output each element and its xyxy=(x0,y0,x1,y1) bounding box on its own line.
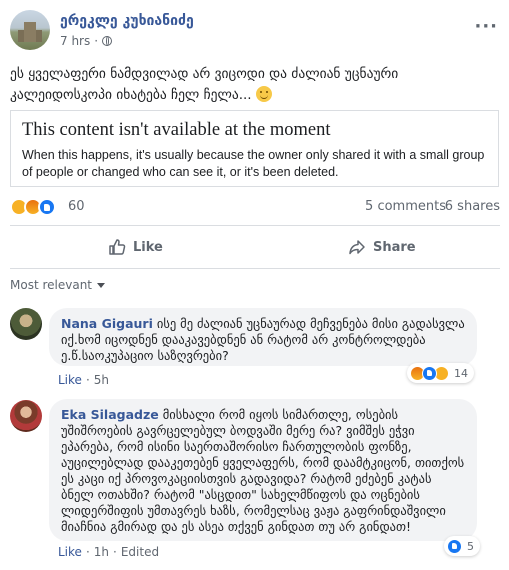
smile-emoji-icon xyxy=(255,86,272,102)
author-avatar[interactable] xyxy=(10,10,50,50)
post-card: ერეკლე კუხიანიძე 7 hrs · ··· ეს ყველაფერ… xyxy=(0,0,509,570)
dot-separator: · xyxy=(85,545,90,559)
comment-timestamp[interactable]: 1h xyxy=(94,545,109,559)
like-label: Like xyxy=(133,239,163,255)
post-meta: 7 hrs · xyxy=(60,34,113,48)
post-header: ერეკლე კუხიანიძე 7 hrs · ··· xyxy=(10,10,500,52)
edited-label[interactable]: Edited xyxy=(121,545,159,559)
comment-reactions-count: 5 xyxy=(467,539,474,553)
comment-reactions[interactable]: 14 xyxy=(407,363,474,383)
comment-filter-label: Most relevant xyxy=(10,278,93,292)
comment-bubble: Eka Silagadze მისხალი რომ იყოს სიმართლე,… xyxy=(49,399,477,541)
comment-like-link[interactable]: Like xyxy=(58,373,82,387)
divider xyxy=(10,268,500,269)
caret-down-icon xyxy=(97,282,106,288)
comments-count[interactable]: 5 comments xyxy=(365,199,446,214)
comment-text: მისხალი რომ იყოს სიმართლე, ოსების უშიშრო… xyxy=(61,407,465,534)
commenter-avatar[interactable] xyxy=(10,400,42,432)
comment-reactions-count: 14 xyxy=(454,366,468,380)
dot-separator: · xyxy=(113,545,117,559)
share-button[interactable]: Share xyxy=(348,230,416,264)
comment-meta: Like · 1h · Edited xyxy=(58,545,159,559)
comment-meta: Like · 5h xyxy=(58,373,109,387)
thumbs-up-icon xyxy=(109,239,126,255)
comment-reactions[interactable]: 5 xyxy=(444,536,480,556)
unavailable-description: When this happens, it's usually because … xyxy=(22,148,485,179)
comment-filter-dropdown[interactable]: Most relevant xyxy=(10,278,106,292)
author-name[interactable]: ერეკლე კუხიანიძე xyxy=(60,13,194,29)
dot-separator: · xyxy=(85,373,90,387)
commenter-name[interactable]: Eka Silagadze xyxy=(61,407,159,422)
commenter-name[interactable]: Nana Gigauri xyxy=(61,316,153,331)
post-actions: Like Share xyxy=(10,230,500,264)
post-text: ეს ყველაფერი ნამდვილად არ ვიცოდი და ძალი… xyxy=(10,64,500,106)
shares-count[interactable]: 6 shares xyxy=(445,199,500,214)
dot-separator: · xyxy=(94,34,99,48)
like-button[interactable]: Like xyxy=(108,230,163,264)
comment-bubble: Nana Gigauri ისე მე ძალიან უცნაურად მეჩვ… xyxy=(49,308,477,366)
post-text-content: ეს ყველაფერი ნამდვილად არ ვიცოდი და ძალი… xyxy=(10,66,399,103)
more-options-icon[interactable]: ··· xyxy=(474,16,498,37)
commenter-avatar[interactable] xyxy=(10,308,42,340)
post-timestamp[interactable]: 7 hrs xyxy=(60,34,90,48)
unavailable-content-box: This content isn't available at the mome… xyxy=(10,110,499,187)
reactions-count[interactable]: 60 xyxy=(68,199,85,214)
globe-icon xyxy=(102,36,113,46)
divider xyxy=(10,225,500,226)
post-stats: 60 5 comments 6 shares xyxy=(10,196,500,218)
comment-like-link[interactable]: Like xyxy=(58,545,82,559)
share-arrow-icon xyxy=(349,240,365,255)
like-reaction-icon xyxy=(447,538,462,554)
comment-timestamp[interactable]: 5h xyxy=(94,373,109,387)
unavailable-title: This content isn't available at the mome… xyxy=(22,120,331,140)
share-label: Share xyxy=(373,239,416,255)
like-reaction-icon xyxy=(422,365,437,381)
like-reaction-icon[interactable] xyxy=(38,198,56,216)
